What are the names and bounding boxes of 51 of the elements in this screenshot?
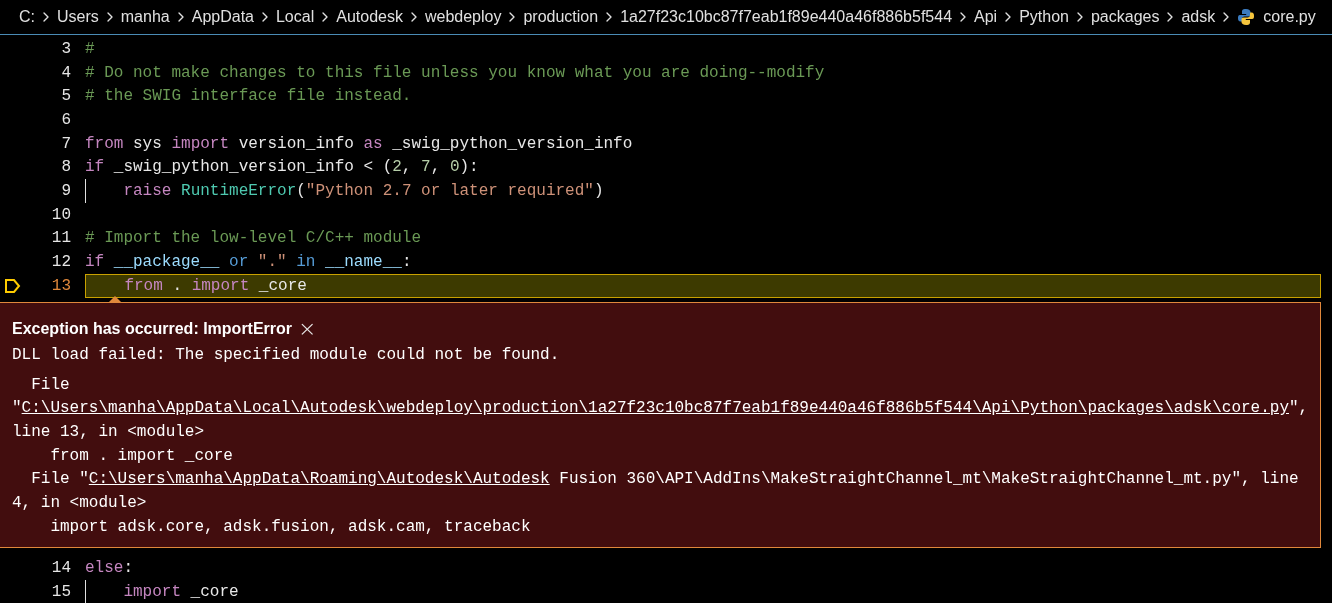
traceback-line: File "C:\Users\manha\AppData\Roaming\Autodesk\Autodesk Fusion 360\API\AddIns\MakeStraightChannel_mt\MakeStraightChannel_mt.py", line xyxy=(30,469,1300,491)
line-number: 7 xyxy=(61,133,71,155)
exception-message: DLL load failed: The specified module could not be found. xyxy=(12,344,561,366)
breadcrumb-item[interactable]: webdeploy xyxy=(424,5,502,29)
code-line: if __package__ or "." in __name__: xyxy=(85,252,413,274)
line-number: 6 xyxy=(61,109,71,131)
code-line: # Do not make changes to this file unless you know what you are doing--modify xyxy=(85,62,826,84)
exception-title: Exception has occurred: ImportError xyxy=(12,318,293,339)
breadcrumb-item[interactable]: production xyxy=(523,5,599,29)
code-line: import _core xyxy=(85,580,1332,603)
code-line: # the SWIG interface file instead. xyxy=(85,86,413,108)
breadcrumb-item[interactable]: Autodesk xyxy=(336,5,403,29)
breadcrumb-item[interactable]: adsk xyxy=(1181,5,1216,29)
breadcrumb-item[interactable]: manha xyxy=(120,5,170,29)
traceback-line: import adsk.core, adsk.fusion, adsk.cam, traceback xyxy=(49,516,532,538)
line-number: 3 xyxy=(61,38,71,60)
code-line: raise RuntimeError("Python 2.7 or later required") xyxy=(85,179,1332,203)
breadcrumb-item[interactable]: core.py xyxy=(1263,5,1316,29)
breadcrumb-item[interactable]: Python xyxy=(1019,5,1069,29)
python-logo-icon xyxy=(1237,8,1256,26)
line-number: 5 xyxy=(61,86,71,108)
line-number: 12 xyxy=(51,252,71,274)
breadcrumb-item[interactable]: 1a27f23c10bc87f7eab1f89e440a46f886b5f544 xyxy=(620,5,953,29)
line-number: 9 xyxy=(61,180,71,202)
line-number: 8 xyxy=(61,157,71,179)
breadcrumb-item[interactable]: Local xyxy=(275,5,315,29)
traceback-line: File xyxy=(30,374,71,396)
code-line: if _swig_python_version_info < (2, 7, 0): xyxy=(85,157,480,179)
line-number: 11 xyxy=(51,228,71,250)
breadcrumb-item[interactable]: AppData xyxy=(191,5,254,29)
line-number: 13 xyxy=(51,275,71,297)
code-line: # Import the low-level C/C++ module xyxy=(85,228,423,250)
breadcrumb-item[interactable]: packages xyxy=(1090,5,1160,29)
breadcrumb-item[interactable]: Users xyxy=(57,5,99,29)
traceback-line: "C:\Users\manha\AppData\Local\Autodesk\webdeploy\production\1a27f23c10bc87f7eab1f89e440a46f886b5f544\Api\Python\packages\adsk\core.py", xyxy=(12,398,1308,420)
close-button[interactable]: × xyxy=(298,317,317,340)
traceback-line: 4, in <module> xyxy=(12,493,148,515)
current-line-highlight: from . import _core xyxy=(85,273,1321,298)
file-link[interactable]: C:\Users\manha\AppData\Roaming\Autodesk\Autodesk xyxy=(88,470,550,489)
breadcrumb-item[interactable]: C: xyxy=(19,5,35,29)
line-number: 14 xyxy=(51,558,71,580)
code-line: else: xyxy=(85,558,134,580)
code-line: # xyxy=(85,38,96,60)
traceback-line: line 13, in <module> xyxy=(12,421,206,443)
line-number: 15 xyxy=(51,582,71,603)
line-number: 4 xyxy=(61,62,71,84)
traceback-line: from . import _core xyxy=(49,445,234,467)
code-line: from sys import version_info as _swig_python_version_info xyxy=(85,133,634,155)
breadcrumb-item[interactable]: Api xyxy=(974,5,998,29)
line-number: 10 xyxy=(51,204,71,226)
file-link[interactable]: C:\Users\manha\AppData\Local\Autodesk\webdeploy\production\1a27f23c10bc87f7eab1f89e440a46f886b5f544\Api\Python\packages\adsk\core.py xyxy=(21,399,1289,418)
